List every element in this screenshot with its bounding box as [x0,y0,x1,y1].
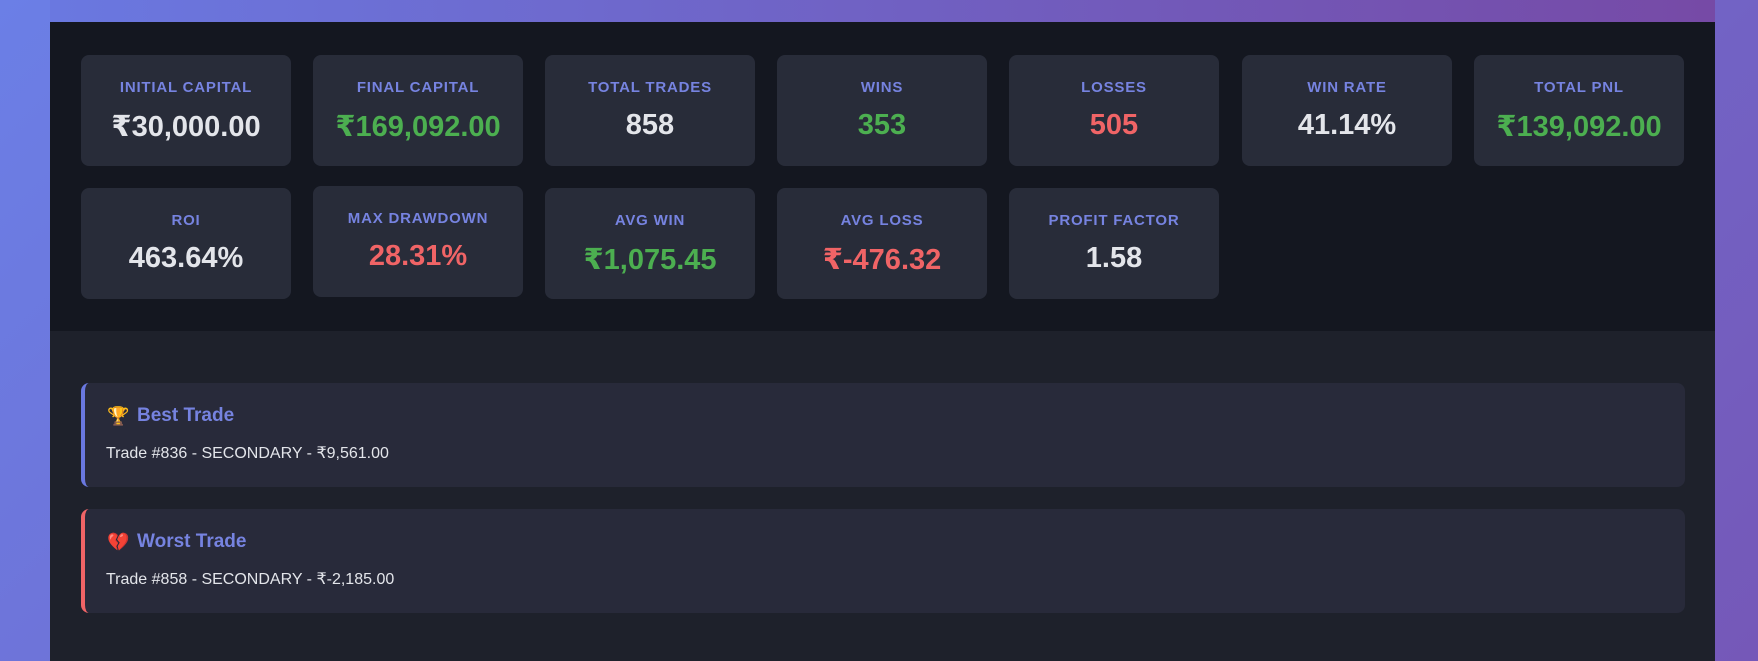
stat-value: ₹-476.32 [822,244,942,276]
stat-value: 858 [625,109,675,141]
stat-card-avg-loss: AVG LOSS ₹-476.32 [777,188,987,299]
stat-value: ₹139,092.00 [1496,111,1662,143]
header-gradient-bar [50,0,1715,22]
best-trade-heading: 🏆 Best Trade [107,405,234,427]
stat-label: AVG WIN [614,212,686,229]
stat-card-losses: LOSSES 505 [1009,55,1219,166]
stat-value: ₹30,000.00 [111,111,261,143]
best-trade-detail: Trade #836 - SECONDARY - ₹9,561.00 [106,445,389,462]
stat-value: 463.64% [128,242,244,274]
stat-value: 41.14% [1297,109,1397,141]
stat-label: ROI [171,212,201,229]
stats-grid: INITIAL CAPITAL ₹30,000.00 FINAL CAPITAL… [50,22,1715,331]
broken-heart-icon: 💔 [107,531,130,552]
stat-card-max-drawdown: MAX DRAWDOWN 28.31% [313,186,523,297]
stat-card-initial-capital: INITIAL CAPITAL ₹30,000.00 [81,55,291,166]
stat-label: TOTAL PNL [1534,79,1624,96]
stat-card-total-pnl: TOTAL PNL ₹139,092.00 [1474,55,1684,166]
stat-card-profit-factor: PROFIT FACTOR 1.58 [1009,188,1219,299]
stat-value: 1.58 [1085,242,1143,274]
stat-label: PROFIT FACTOR [1048,212,1180,229]
results-panel: INITIAL CAPITAL ₹30,000.00 FINAL CAPITAL… [50,0,1715,661]
stat-card-win-rate: WIN RATE 41.14% [1242,55,1452,166]
stat-card-final-capital: FINAL CAPITAL ₹169,092.00 [313,55,523,166]
stat-card-total-trades: TOTAL TRADES 858 [545,55,755,166]
stat-card-roi: ROI 463.64% [81,188,291,299]
stat-card-avg-win: AVG WIN ₹1,075.45 [545,188,755,299]
stat-label: FINAL CAPITAL [356,79,480,96]
stat-value: 28.31% [368,240,468,272]
worst-trade-detail: Trade #858 - SECONDARY - ₹-2,185.00 [106,571,395,588]
stat-label: LOSSES [1081,79,1147,96]
stat-label: TOTAL TRADES [588,79,712,96]
stat-value: 353 [857,109,907,141]
worst-trade-title: Worst Trade [137,531,247,552]
stat-label: INITIAL CAPITAL [119,79,253,96]
worst-trade-heading: 💔 Worst Trade [107,531,246,553]
stat-card-wins: WINS 353 [777,55,987,166]
best-trade-card: 🏆 Best Trade Trade #836 - SECONDARY - ₹9… [81,383,1685,487]
worst-trade-card: 💔 Worst Trade Trade #858 - SECONDARY - ₹… [81,509,1685,613]
stat-value: ₹169,092.00 [335,111,501,143]
stat-label: WINS [860,79,904,96]
best-trade-title: Best Trade [137,405,235,426]
stat-value: ₹1,075.45 [583,244,717,276]
stat-label: AVG LOSS [840,212,924,229]
trophy-icon: 🏆 [107,405,130,426]
stat-value: 505 [1089,109,1139,141]
stat-label: WIN RATE [1307,79,1387,96]
stat-label: MAX DRAWDOWN [347,210,489,227]
